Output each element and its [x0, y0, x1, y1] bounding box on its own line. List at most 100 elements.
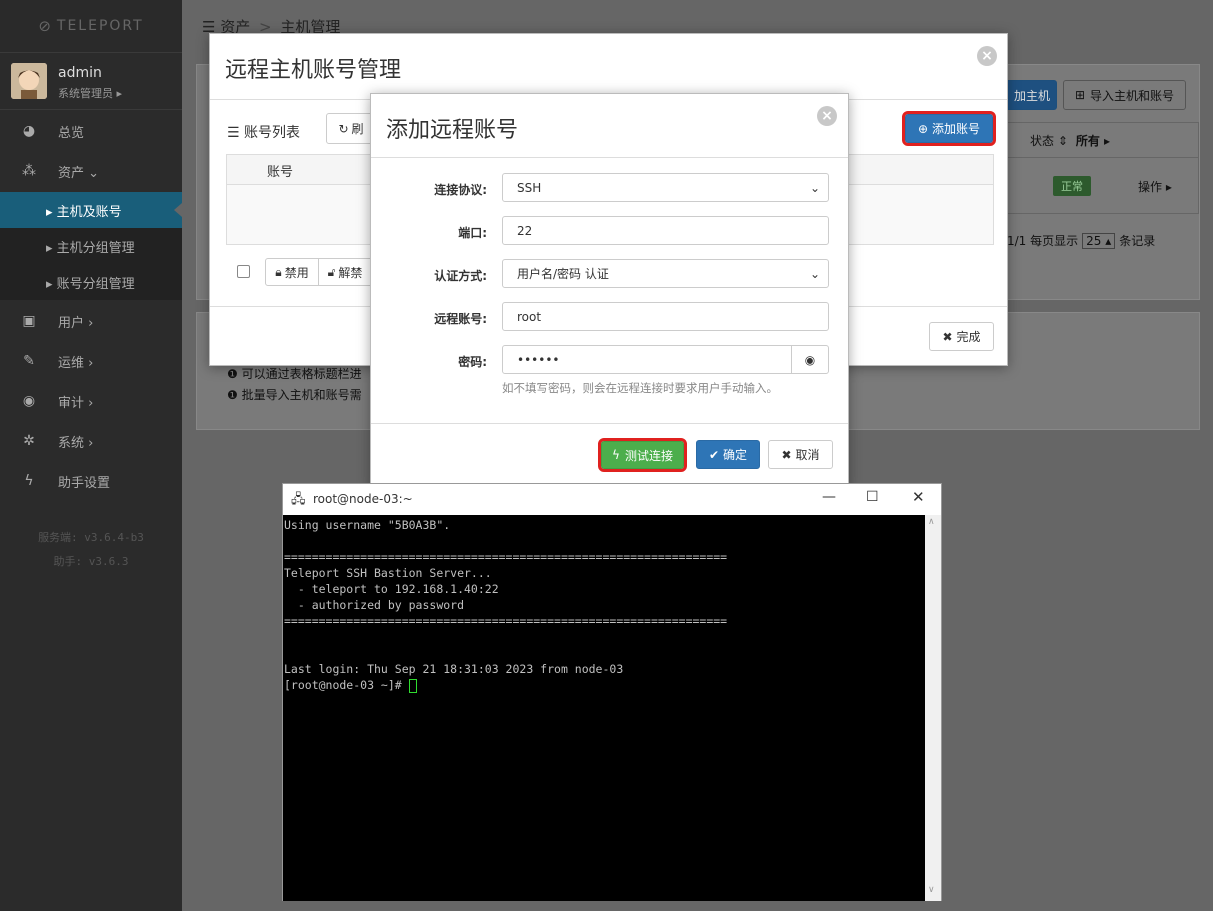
plus-square-icon: ⊞ [1074, 88, 1086, 102]
scroll-down-icon[interactable]: ∨ [928, 885, 935, 895]
terminal-line: Teleport SSH Bastion Server... [284, 566, 492, 580]
nav-assets[interactable]: ⁂ 资产 ⌄ [0, 151, 182, 191]
status-header[interactable]: 状态 ⇕ [1030, 132, 1068, 149]
cursor [408, 678, 417, 693]
bolt-icon: ϟ [24, 473, 34, 489]
dialog-title: 远程主机账号管理 [225, 58, 402, 83]
show-password-button[interactable]: ◉ [791, 345, 829, 374]
terminal-line: - authorized by password [284, 598, 465, 612]
nav-dashboard[interactable]: ◕ 总览 [0, 111, 182, 151]
add-host-label: 加主机 [1013, 88, 1050, 103]
sidebar: ⊘ TELEPORT admin 系统管理员 ▸ ◕ 总览 ⁂ 资产 ⌄ ▸ 主… [0, 0, 182, 911]
account-value: root [517, 309, 542, 324]
ok-label: 确定 [723, 448, 748, 462]
import-hosts-button[interactable]: ⊞ 导入主机和账号 [1063, 80, 1186, 110]
scroll-up-icon[interactable]: ∧ [928, 517, 935, 527]
window-title: root@node-03:~ [313, 492, 413, 506]
divider [371, 157, 848, 158]
bolt-icon: ϟ [612, 448, 620, 462]
nav-assist-settings[interactable]: ϟ 助手设置 [0, 461, 182, 501]
dashboard-icon: ◕ [22, 123, 36, 139]
user-role[interactable]: 系统管理员 ▸ [58, 85, 122, 101]
done-button[interactable]: ✖ 完成 [929, 322, 994, 351]
nav-hosts-accounts[interactable]: ▸ 主机及账号 [0, 192, 182, 228]
nav-users[interactable]: ▣ 用户 › [0, 301, 182, 341]
close-icon: ✖ [781, 447, 792, 462]
disable-button[interactable]: 🔒︎ 禁用 [265, 258, 319, 286]
add-account-button[interactable]: ⊕ 添加账号 [902, 111, 996, 146]
select-all-checkbox[interactable] [237, 265, 250, 278]
cancel-button[interactable]: ✖ 取消 [768, 440, 833, 469]
unlock-button[interactable]: 🔓︎ 解禁 [318, 258, 372, 286]
tip-text: 批量导入主机和账号需 [241, 388, 362, 402]
ok-button[interactable]: ✔ 确定 [696, 440, 760, 469]
info-icon: ❶ [227, 388, 242, 402]
test-connection-button[interactable]: ϟ 测试连接 [598, 438, 687, 472]
server-version: 服务端: v3.6.4-b3 [38, 531, 144, 544]
terminal-line: Using username "5B0A3B". [284, 518, 451, 532]
minimize-icon[interactable]: — [822, 489, 836, 505]
user-profile[interactable]: admin 系统管理员 ▸ [0, 52, 182, 110]
close-icon[interactable]: × [977, 46, 997, 66]
scrollbar[interactable]: ∧ ∨ [925, 515, 941, 901]
protocol-value: SSH [517, 180, 542, 195]
operation-menu[interactable]: 操作 ▸ [1138, 178, 1172, 195]
info-icon: ❶ [227, 367, 242, 381]
password-value: •••••• [517, 352, 560, 367]
nav-label: 总览 [58, 125, 85, 141]
terminal-line: [root@node-03 ~]# [284, 677, 924, 693]
nav-audit[interactable]: ◉ 审计 › [0, 381, 182, 421]
check-icon: ✔ [708, 447, 720, 462]
refresh-icon: ↻ [338, 121, 349, 136]
protocol-select[interactable]: SSH ⌄ [502, 173, 829, 202]
cancel-label: 取消 [795, 448, 820, 462]
gear-icon: ✲ [23, 433, 35, 449]
pager-text: 1/1 每页显示 [1007, 234, 1079, 248]
port-label: 端口: [458, 226, 487, 240]
terminal-line: ========================================… [284, 614, 728, 628]
refresh-label: 刷 [351, 122, 364, 136]
lock-icon: 🔒︎ [275, 264, 282, 279]
user-name: admin [58, 65, 102, 81]
auth-value: 用户名/密码 认证 [517, 267, 609, 281]
chevron-down-icon: ⌄ [809, 180, 820, 195]
port-value: 22 [517, 223, 533, 238]
add-account-dialog: 添加远程账号 × 连接协议: SSH ⌄ 端口: 22 认证方式: 用户名/密码 … [370, 93, 849, 488]
status-filter[interactable]: 所有 ▸ [1076, 132, 1110, 149]
assets-icon: ⁂ [22, 163, 36, 179]
close-icon[interactable]: ✕ [912, 488, 925, 506]
page-size-select[interactable]: 25 ▴ [1082, 232, 1116, 249]
nav-label: ▸ 账号分组管理 [46, 276, 135, 292]
account-input[interactable]: root [502, 302, 829, 331]
close-icon[interactable]: × [817, 106, 837, 126]
terminal-output[interactable]: Using username "5B0A3B". ===============… [283, 515, 925, 901]
nav-account-groups[interactable]: ▸ 账号分组管理 [0, 264, 182, 300]
account-list-heading: ☰ 账号列表 [227, 122, 300, 142]
refresh-button[interactable]: ↻ 刷 [326, 113, 376, 144]
status-badge: 正常 [1053, 176, 1091, 196]
maximize-icon[interactable]: ☐ [866, 489, 879, 505]
port-input[interactable]: 22 [502, 216, 829, 245]
eye-icon: ◉ [804, 352, 816, 367]
add-host-button[interactable]: 加主机 [1007, 80, 1057, 110]
wrench-icon: ✎ [23, 353, 35, 369]
nav-ops[interactable]: ✎ 运维 › [0, 341, 182, 381]
putty-window: 🖧︎ root@node-03:~ — ☐ ✕ Using username "… [282, 483, 942, 901]
import-label: 导入主机和账号 [1090, 88, 1175, 103]
divider [371, 423, 848, 424]
password-input[interactable]: •••••• [502, 345, 792, 374]
nav-label: ▸ 主机分组管理 [46, 240, 135, 256]
terminal-line: ========================================… [284, 550, 728, 564]
nav-system[interactable]: ✲ 系统 › [0, 421, 182, 461]
logo-text: TELEPORT [56, 18, 144, 34]
nav-host-groups[interactable]: ▸ 主机分组管理 [0, 228, 182, 264]
auth-select[interactable]: 用户名/密码 认证 ⌄ [502, 259, 829, 288]
logo-icon: ⊘ [38, 17, 53, 35]
app-logo[interactable]: ⊘ TELEPORT [0, 0, 182, 52]
active-indicator-icon [174, 203, 182, 217]
account-label: 远程账号: [434, 312, 487, 326]
account-list-label: 账号列表 [244, 125, 301, 141]
nav-label: 运维 › [58, 355, 94, 371]
